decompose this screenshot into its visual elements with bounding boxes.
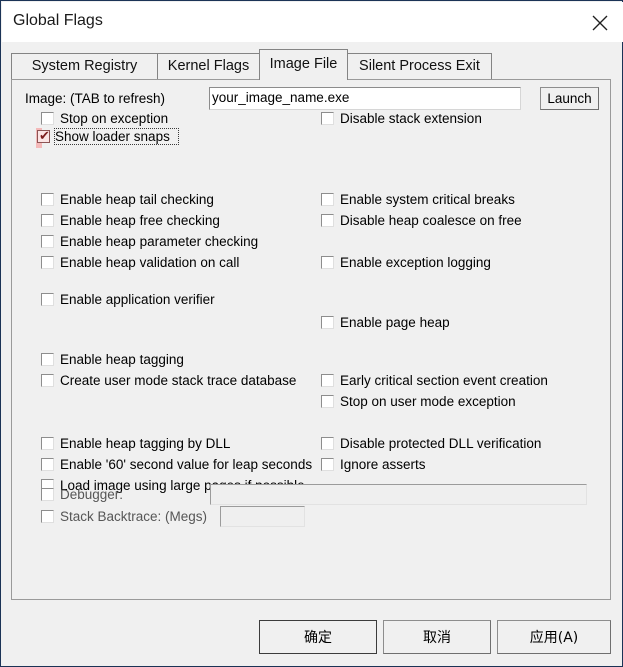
cancel-button[interactable]: 取消: [383, 620, 491, 654]
checkbox-stack-backtrace[interactable]: [41, 510, 54, 523]
checkbox-label-enable-heap-tagging: Enable heap tagging: [60, 352, 184, 367]
tab-label: Image File: [269, 56, 338, 72]
checkbox-disable-heap-coalesce-on-free[interactable]: [321, 214, 334, 227]
checkbox-label-stop-on-user-mode-exception: Stop on user mode exception: [340, 394, 516, 409]
checkbox-enable-page-heap[interactable]: [321, 316, 334, 329]
tab-kernel-flags[interactable]: Kernel Flags: [157, 53, 260, 79]
checkbox-label-disable-heap-coalesce-on-free: Disable heap coalesce on free: [340, 213, 522, 228]
checkbox-enable-heap-tail-checking[interactable]: [41, 193, 54, 206]
stack-backtrace-input[interactable]: [220, 506, 305, 527]
window-title: Global Flags: [13, 12, 103, 29]
checkbox-label-disable-stack-extension: Disable stack extension: [340, 111, 482, 126]
global-flags-dialog: Global Flags System Registry Kernel Flags…: [0, 0, 623, 667]
checkbox-stop-on-exception[interactable]: [41, 112, 54, 125]
checkbox-label-enable-heap-parameter-checking: Enable heap parameter checking: [60, 234, 259, 249]
close-icon[interactable]: [577, 2, 623, 42]
checkbox-enable-heap-validation-on-call[interactable]: [41, 256, 54, 269]
apply-button[interactable]: 应用(A): [497, 620, 611, 654]
launch-button[interactable]: Launch: [540, 87, 599, 110]
checkbox-label-enable-page-heap: Enable page heap: [340, 315, 450, 330]
image-file-tab-panel: Image: (TAB to refresh) your_image_name.…: [11, 79, 611, 600]
checkbox-debugger[interactable]: [41, 488, 54, 501]
checkbox-early-critical-section-event-creation[interactable]: [321, 374, 334, 387]
checkbox-label-early-critical-section-event-creation: Early critical section event creation: [340, 373, 548, 388]
checkmark-icon: ✔: [39, 129, 50, 144]
checkbox-ignore-asserts[interactable]: [321, 458, 334, 471]
checkbox-label-enable-heap-tagging-by-dll: Enable heap tagging by DLL: [60, 436, 231, 451]
focus-rectangle: [54, 128, 179, 145]
tab-label: System Registry: [31, 58, 138, 74]
tab-silent-process-exit[interactable]: Silent Process Exit: [347, 53, 492, 79]
title-bar: Global Flags: [2, 2, 623, 42]
checkbox-row-show-loader-snaps[interactable]: ✔ Show loader snaps: [36, 128, 179, 148]
checkbox-enable-heap-free-checking[interactable]: [41, 214, 54, 227]
checkbox-label-disable-protected-dll-verification: Disable protected DLL verification: [340, 436, 542, 451]
checkbox-enable-application-verifier[interactable]: [41, 293, 54, 306]
checkbox-create-user-mode-stack-trace-database[interactable]: [41, 374, 54, 387]
checkbox-enable-heap-tagging[interactable]: [41, 353, 54, 366]
ok-button[interactable]: 确定: [259, 620, 377, 654]
checkbox-label-stop-on-exception: Stop on exception: [60, 111, 169, 126]
checkbox-label-ignore-asserts: Ignore asserts: [340, 457, 426, 472]
checkbox-label-create-user-mode-stack-trace-database: Create user mode stack trace database: [60, 373, 297, 388]
tab-image-file[interactable]: Image File: [259, 49, 348, 80]
checkbox-label-enable-exception-logging: Enable exception logging: [340, 255, 491, 270]
checkbox-disable-stack-extension[interactable]: [321, 112, 334, 125]
checkbox-enable-60-second-value-for-leap-seconds[interactable]: [41, 458, 54, 471]
image-name-input[interactable]: your_image_name.exe: [209, 87, 521, 110]
checkbox-label-enable-heap-free-checking: Enable heap free checking: [60, 213, 220, 228]
checkbox-label-enable-application-verifier: Enable application verifier: [60, 292, 215, 307]
tab-system-registry[interactable]: System Registry: [11, 53, 158, 79]
checkbox-label-enable-heap-validation-on-call: Enable heap validation on call: [60, 255, 240, 270]
checkbox-enable-heap-parameter-checking[interactable]: [41, 235, 54, 248]
image-label: Image: (TAB to refresh): [25, 91, 166, 106]
checkbox-label-enable-system-critical-breaks: Enable system critical breaks: [340, 192, 515, 207]
checkbox-enable-exception-logging[interactable]: [321, 256, 334, 269]
checkbox-stop-on-user-mode-exception[interactable]: [321, 395, 334, 408]
checkbox-label-enable-60-second-value-for-leap-seconds: Enable '60' second value for leap second…: [60, 457, 313, 472]
tab-label: Kernel Flags: [167, 58, 250, 74]
checkbox-label-enable-heap-tail-checking: Enable heap tail checking: [60, 192, 214, 207]
checkbox-disable-protected-dll-verification[interactable]: [321, 437, 334, 450]
checkbox-show-loader-snaps[interactable]: ✔: [37, 130, 50, 143]
checkbox-label-debugger: Debugger:: [60, 487, 124, 502]
tab-label: Silent Process Exit: [359, 58, 480, 74]
checkbox-label-stack-backtrace: Stack Backtrace: (Megs): [60, 509, 208, 524]
debugger-input[interactable]: [210, 484, 587, 505]
checkbox-enable-system-critical-breaks[interactable]: [321, 193, 334, 206]
checkbox-enable-heap-tagging-by-dll[interactable]: [41, 437, 54, 450]
